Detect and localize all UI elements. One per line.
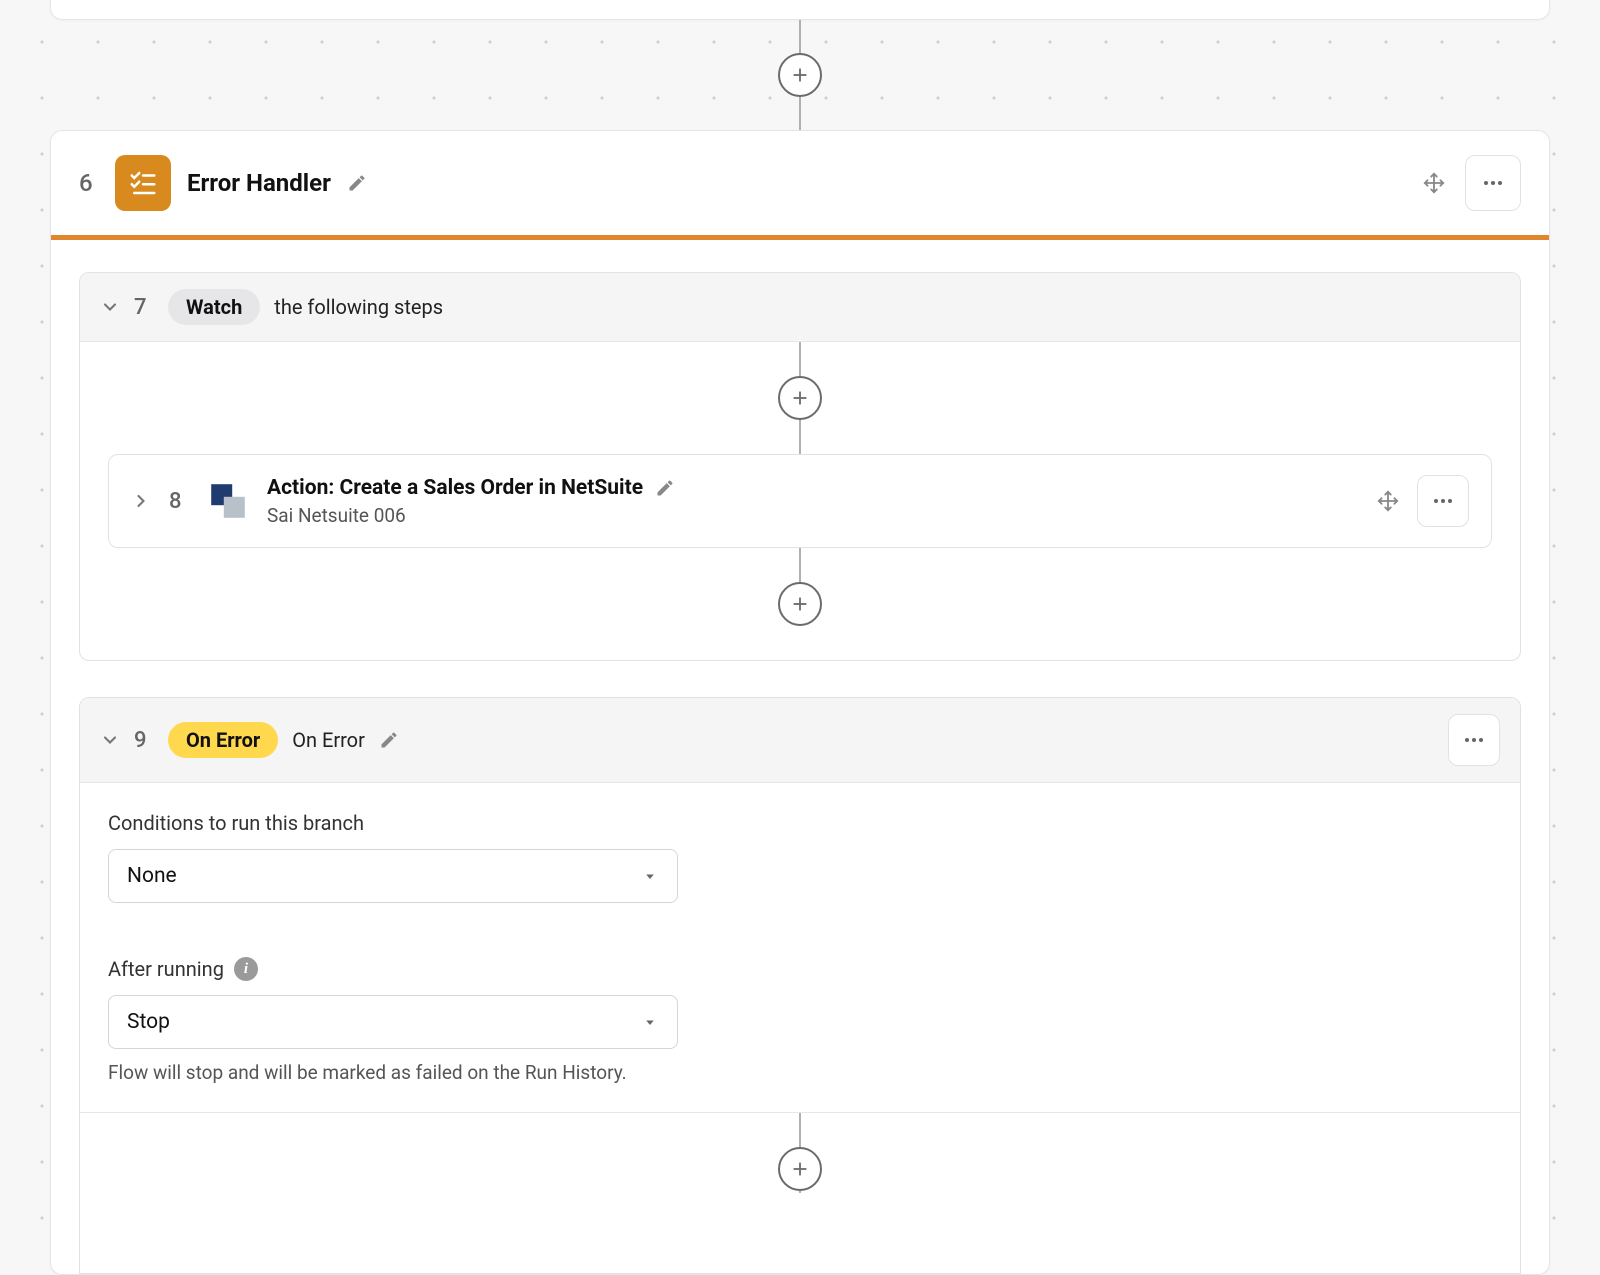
conditions-select[interactable]: None xyxy=(108,849,678,903)
add-step-button[interactable] xyxy=(778,1147,822,1191)
conditions-value: None xyxy=(127,864,177,888)
action-title: Action: Create a Sales Order in NetSuite xyxy=(267,476,643,500)
on-error-description: On Error xyxy=(292,728,365,752)
add-step-button[interactable] xyxy=(778,53,822,97)
on-error-pill: On Error xyxy=(168,722,278,758)
step-title: Error Handler xyxy=(187,169,331,197)
error-handler-card: 6 Error Handler xyxy=(50,130,1550,1275)
after-running-value: Stop xyxy=(127,1010,170,1034)
watch-substep: 7 Watch the following steps xyxy=(79,272,1521,661)
more-actions-button[interactable] xyxy=(1448,714,1500,766)
watch-pill: Watch xyxy=(168,289,260,325)
after-running-select[interactable]: Stop xyxy=(108,995,678,1049)
move-handle-icon[interactable] xyxy=(1423,172,1445,194)
error-handler-header: 6 Error Handler xyxy=(51,131,1549,235)
more-actions-button[interactable] xyxy=(1417,475,1469,527)
action-subtitle: Sai Netsuite 006 xyxy=(267,504,1359,527)
action-step-card[interactable]: 8 Action: Create a Sales Order in NetSui… xyxy=(108,454,1492,548)
step-number: 9 xyxy=(134,728,154,753)
step-number: 7 xyxy=(134,295,154,320)
move-handle-icon[interactable] xyxy=(1377,490,1399,512)
step-number: 6 xyxy=(79,169,99,197)
conditions-label: Conditions to run this branch xyxy=(108,811,1492,835)
netsuite-icon xyxy=(207,480,249,522)
add-step-button[interactable] xyxy=(778,582,822,626)
after-running-label: After running i xyxy=(108,957,1492,981)
dropdown-icon xyxy=(641,1013,659,1031)
edit-title-icon[interactable] xyxy=(655,478,675,498)
info-icon[interactable]: i xyxy=(234,957,258,981)
expand-icon[interactable] xyxy=(131,491,151,511)
collapse-icon[interactable] xyxy=(100,297,120,317)
on-error-substep: 9 On Error On Error Conditions to run th… xyxy=(79,697,1521,1274)
add-step-button[interactable] xyxy=(778,376,822,420)
after-running-hint: Flow will stop and will be marked as fai… xyxy=(108,1061,1492,1084)
collapse-icon[interactable] xyxy=(100,730,120,750)
watch-description: the following steps xyxy=(274,295,443,319)
dropdown-icon xyxy=(641,867,659,885)
step-number: 8 xyxy=(169,489,189,514)
error-handler-icon xyxy=(115,155,171,211)
edit-title-icon[interactable] xyxy=(379,730,399,750)
edit-title-icon[interactable] xyxy=(347,173,367,193)
on-error-substep-header: 9 On Error On Error xyxy=(80,698,1520,783)
more-actions-button[interactable] xyxy=(1465,155,1521,211)
previous-step-card-stub xyxy=(50,0,1550,20)
watch-substep-header: 7 Watch the following steps xyxy=(80,273,1520,342)
on-error-config-form: Conditions to run this branch None After… xyxy=(80,783,1520,1113)
